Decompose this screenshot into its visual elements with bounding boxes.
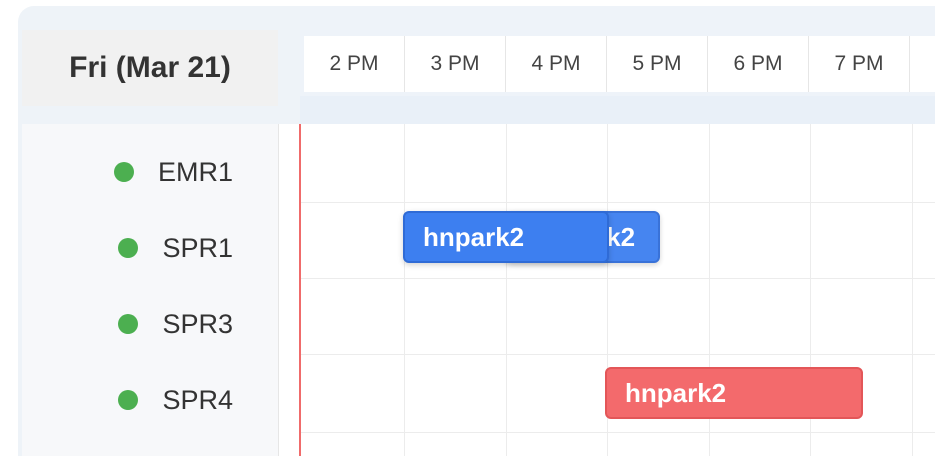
resource-row-spr4[interactable]: SPR4 — [22, 362, 278, 438]
grid-line — [300, 202, 935, 203]
day-header[interactable]: Fri (Mar 21) — [22, 30, 278, 106]
current-time-indicator — [299, 124, 301, 456]
status-dot-icon — [118, 238, 139, 258]
grid-line — [300, 354, 935, 355]
time-header-band — [300, 96, 935, 124]
grid-line — [404, 124, 405, 456]
panel-gutter — [279, 124, 299, 456]
resource-row-emr1[interactable]: EMR1 — [22, 134, 278, 210]
event-label: hnpark2 — [423, 221, 525, 252]
resource-name: EMR1 — [157, 156, 233, 187]
resource-row-spr1[interactable]: SPR1 — [22, 210, 278, 286]
resource-name: SPR3 — [162, 308, 233, 339]
event-block[interactable]: hnpark2 — [403, 211, 609, 263]
time-slot-4pm: 4 PM — [506, 36, 607, 92]
time-slot-partial — [910, 36, 935, 92]
grid-line — [300, 278, 935, 279]
grid-line — [912, 124, 913, 456]
status-dot-icon — [113, 162, 134, 182]
resource-row-spr3[interactable]: SPR3 — [22, 286, 278, 362]
grid-line — [300, 432, 935, 433]
panel-divider — [278, 124, 279, 456]
time-slot-7pm: 7 PM — [809, 36, 910, 92]
resource-name: SPR4 — [162, 384, 233, 415]
resource-list: EMR1 SPR1 SPR3 SPR4 — [22, 124, 278, 456]
event-label: hnpark2 — [625, 377, 727, 408]
time-slot-6pm: 6 PM — [708, 36, 809, 92]
grid-line — [506, 124, 507, 456]
status-dot-icon — [118, 390, 139, 410]
event-block[interactable]: hnpark2 — [605, 367, 863, 419]
time-slot-3pm: 3 PM — [405, 36, 506, 92]
time-slot-2pm: 2 PM — [304, 36, 405, 92]
time-slot-5pm: 5 PM — [607, 36, 708, 92]
resource-name: SPR1 — [162, 232, 233, 263]
status-dot-icon — [118, 314, 139, 334]
